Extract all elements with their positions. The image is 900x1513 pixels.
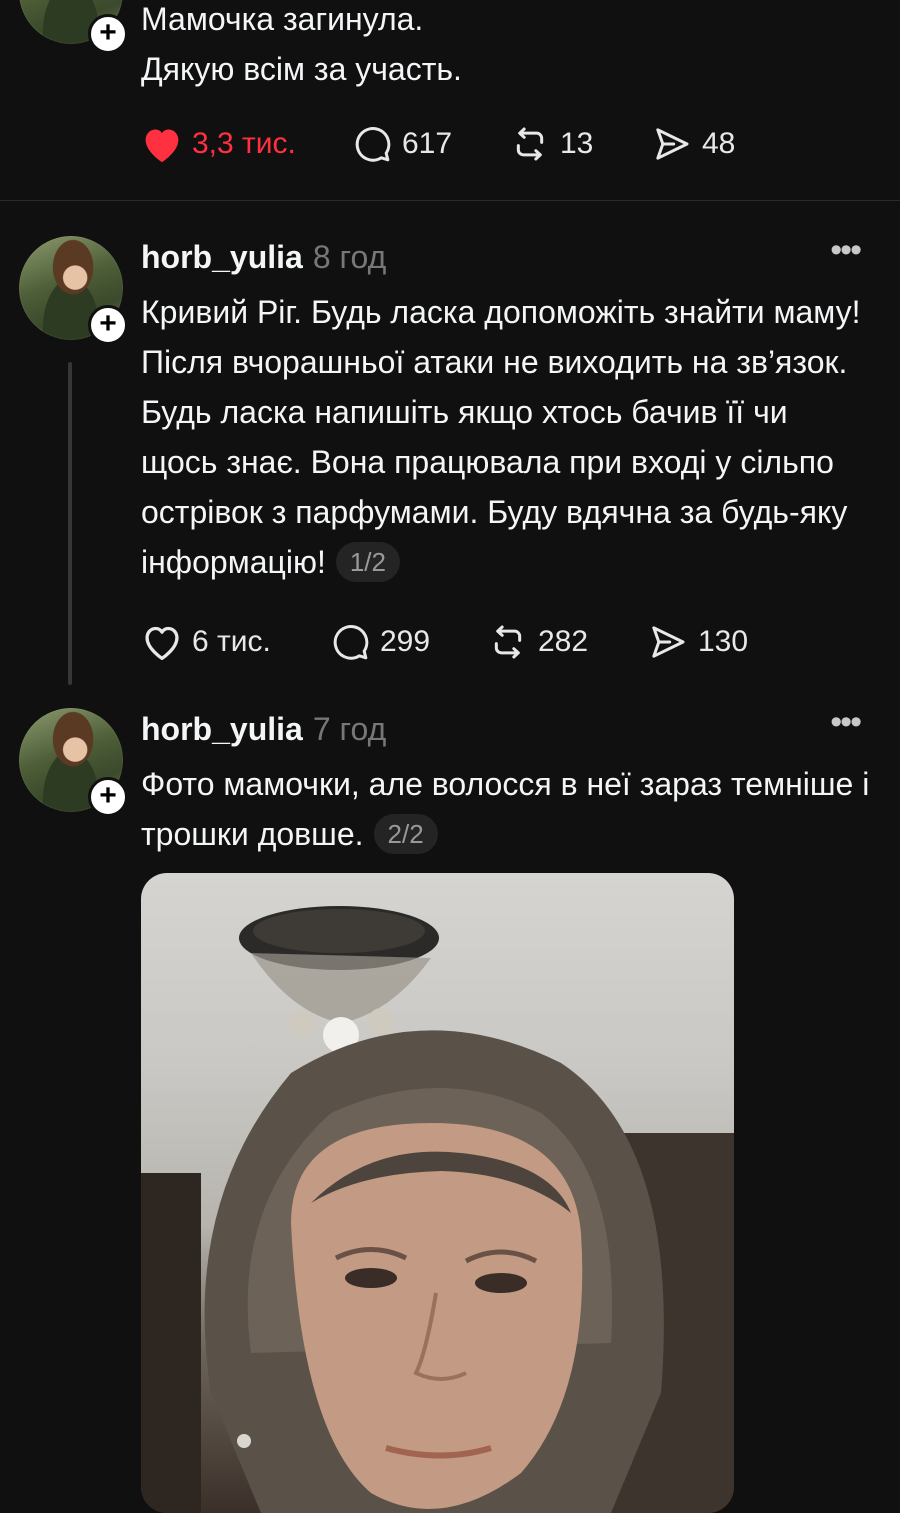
like-button[interactable]: 6 тис. bbox=[140, 620, 271, 664]
username[interactable]: horb_yulia bbox=[141, 711, 303, 747]
comment-button[interactable]: 617 bbox=[350, 122, 452, 166]
like-count: 3,3 тис. bbox=[192, 127, 296, 160]
like-button[interactable]: 3,3 тис. bbox=[140, 122, 296, 166]
post-header: horb_yulia 7 год bbox=[141, 707, 386, 751]
repost-button[interactable]: 13 bbox=[508, 122, 593, 166]
comment-icon bbox=[333, 625, 369, 660]
comment-count: 617 bbox=[402, 127, 453, 160]
post-time: 7 год bbox=[312, 711, 387, 747]
comment-icon bbox=[355, 127, 391, 162]
post-header: horb_yulia 8 год bbox=[141, 235, 386, 279]
repost-button[interactable]: 282 bbox=[486, 620, 588, 664]
share-button[interactable]: 48 bbox=[650, 122, 735, 166]
share-button[interactable]: 130 bbox=[646, 620, 748, 664]
more-icon[interactable]: ••• bbox=[830, 233, 862, 267]
heart-icon bbox=[145, 129, 179, 163]
share-count: 130 bbox=[698, 625, 749, 658]
like-count: 6 тис. bbox=[192, 625, 271, 658]
username[interactable]: horb_yulia bbox=[141, 239, 303, 275]
follow-plus-icon[interactable]: + bbox=[88, 777, 128, 817]
follow-plus-icon[interactable]: + bbox=[88, 305, 128, 345]
share-icon bbox=[656, 128, 689, 160]
repost-icon bbox=[516, 127, 544, 161]
post-time: 8 год bbox=[312, 239, 387, 275]
more-icon[interactable]: ••• bbox=[830, 705, 862, 739]
post-actions: 6 тис. 299 282 130 bbox=[140, 620, 860, 664]
thread-line bbox=[68, 362, 72, 685]
share-count: 48 bbox=[702, 127, 736, 160]
post-text: Кривий Ріг. Будь ласка допоможіть знайти… bbox=[141, 294, 861, 582]
post-photo[interactable] bbox=[141, 873, 734, 1513]
thread-pager: 2/2 bbox=[373, 813, 438, 854]
post-divider bbox=[0, 200, 900, 201]
heart-icon bbox=[145, 626, 179, 660]
repost-count: 282 bbox=[538, 625, 589, 658]
post-actions: 3,3 тис. 617 13 48 bbox=[140, 122, 860, 166]
share-icon bbox=[652, 626, 685, 658]
thread-pager: 1/2 bbox=[335, 541, 400, 582]
follow-plus-icon[interactable]: + bbox=[88, 14, 128, 54]
photo-illustration bbox=[141, 906, 734, 1513]
comment-count: 299 bbox=[380, 625, 431, 658]
repost-icon bbox=[494, 625, 522, 659]
comment-button[interactable]: 299 bbox=[328, 620, 430, 664]
repost-count: 13 bbox=[560, 127, 594, 160]
post-text: Фото мамочки, але волосся в неї зараз те… bbox=[141, 766, 870, 854]
post-text: Мамочка загинула. Дякую всім за участь. bbox=[141, 1, 462, 87]
